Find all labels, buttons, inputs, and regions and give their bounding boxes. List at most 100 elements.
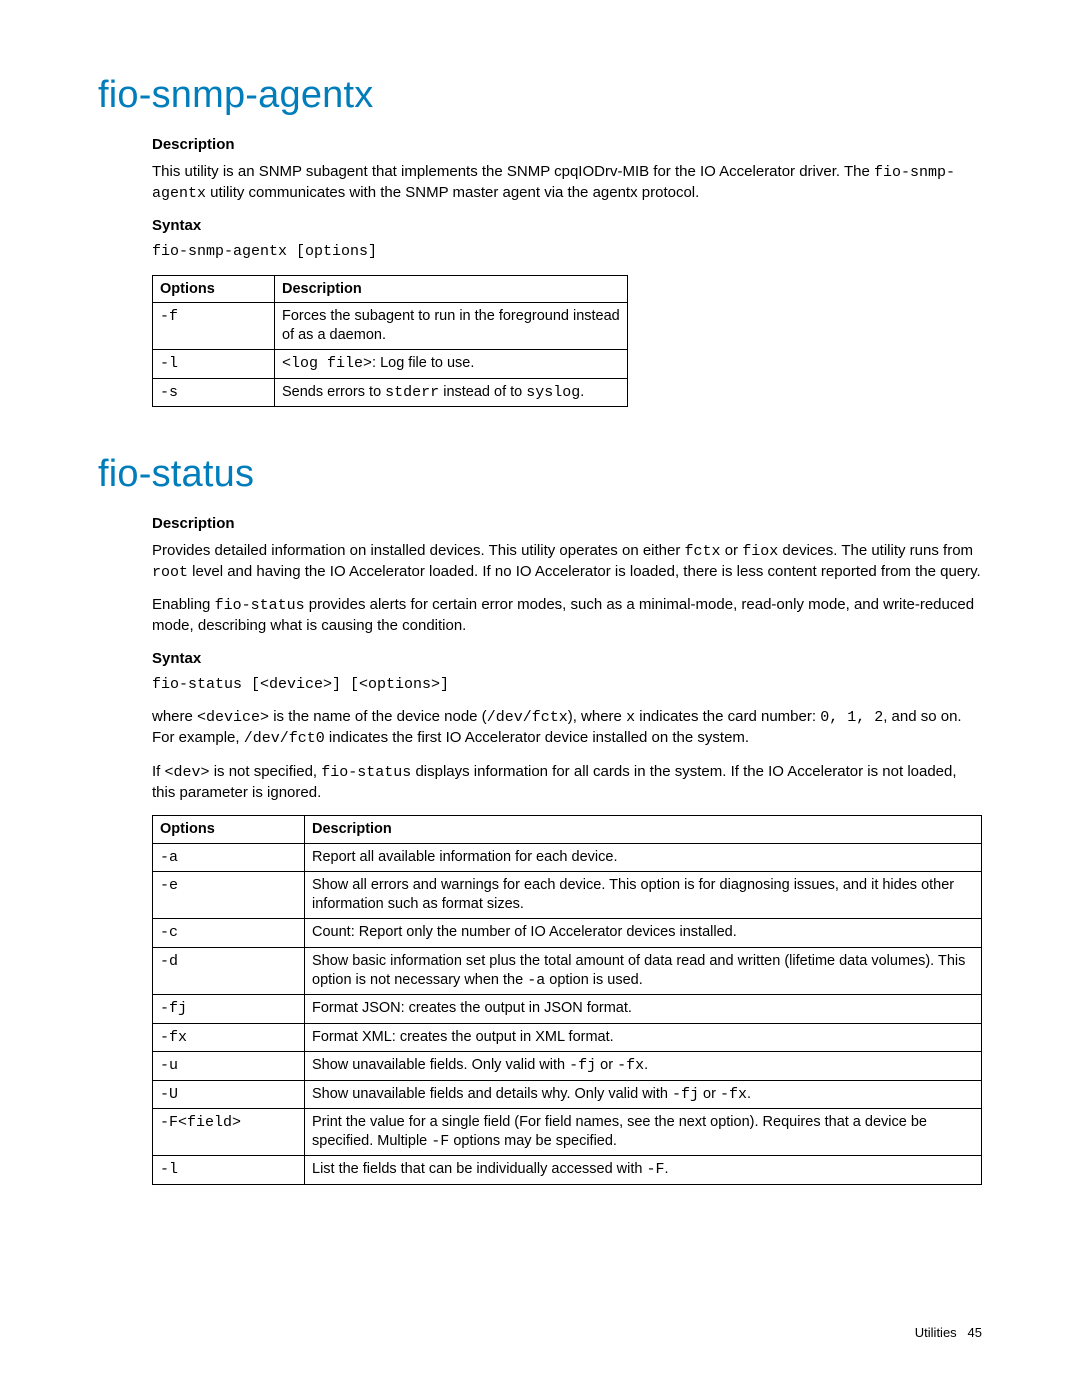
option-cell: -fj (153, 995, 305, 1024)
section1-syntax-code: fio-snmp-agentx [options] (152, 242, 982, 262)
code-fragment: stderr (385, 384, 439, 401)
text-fragment: : Log file to use. (372, 355, 474, 371)
code-fragment: <log file> (282, 355, 372, 372)
page: fio-snmp-agentx Description This utility… (0, 0, 1080, 1397)
table-header-row: Options Description (153, 816, 982, 844)
text-fragment: options may be specified. (449, 1133, 617, 1149)
text-fragment: option is used. (545, 972, 643, 988)
text-fragment: . (747, 1086, 751, 1102)
option-cell: -l (153, 350, 275, 379)
code-fragment: -F (647, 1161, 665, 1178)
text-fragment: . (580, 384, 584, 400)
col-header-options: Options (153, 275, 275, 303)
text-fragment: utility communicates with the SNMP maste… (206, 184, 699, 201)
code-fragment: 0, 1, 2 (820, 709, 883, 726)
code-fragment: /dev/fct0 (244, 730, 325, 747)
section1-options-table: Options Description -f Forces the subage… (152, 275, 628, 408)
text-fragment: is not specified, (210, 763, 322, 780)
table-row: -l <log file>: Log file to use. (153, 350, 628, 379)
code-fragment: fio-status (215, 597, 305, 614)
text-fragment: . (644, 1057, 648, 1073)
code-fragment: x (626, 709, 635, 726)
description-cell: Show unavailable fields and details why.… (305, 1080, 982, 1109)
footer-section-label: Utilities (915, 1325, 957, 1340)
table-row: -d Show basic information set plus the t… (153, 947, 982, 994)
text-fragment: or (721, 542, 743, 559)
table-row: -l List the fields that can be individua… (153, 1156, 982, 1185)
code-fragment: <dev> (165, 764, 210, 781)
section2-where-p1: where <device> is the name of the device… (152, 707, 982, 750)
text-fragment: Show unavailable fields and details why.… (312, 1086, 672, 1102)
code-fragment: fio-status (321, 764, 411, 781)
text-fragment: Sends errors to (282, 384, 385, 400)
code-fragment: /dev/fctx (487, 709, 568, 726)
option-cell: -s (153, 378, 275, 407)
description-cell: <log file>: Log file to use. (275, 350, 628, 379)
option-cell: -a (153, 843, 305, 872)
code-fragment: fiox (742, 543, 778, 560)
col-header-options: Options (153, 816, 305, 844)
text-fragment: Show unavailable fields. Only valid with (312, 1057, 569, 1073)
section2-where-p2: If <dev> is not specified, fio-status di… (152, 762, 982, 804)
content-area: fio-snmp-agentx Description This utility… (98, 70, 982, 1185)
option-cell: -l (153, 1156, 305, 1185)
option-cell: -fx (153, 1023, 305, 1052)
table-row: -fx Format XML: creates the output in XM… (153, 1023, 982, 1052)
text-fragment: where (152, 708, 197, 725)
code-fragment: -fx (720, 1086, 747, 1103)
description-cell: Format JSON: creates the output in JSON … (305, 995, 982, 1024)
code-fragment: -F (431, 1133, 449, 1150)
col-header-description: Description (305, 816, 982, 844)
section1-desc-heading: Description (152, 135, 982, 155)
code-fragment: syslog (526, 384, 580, 401)
text-fragment: is the name of the device node ( (269, 708, 487, 725)
description-cell: Print the value for a single field (For … (305, 1109, 982, 1156)
code-fragment: fctx (685, 543, 721, 560)
description-cell: Format XML: creates the output in XML fo… (305, 1023, 982, 1052)
text-fragment: If (152, 763, 165, 780)
option-cell: -c (153, 919, 305, 948)
section2-desc-heading: Description (152, 514, 982, 534)
option-cell: -U (153, 1080, 305, 1109)
text-fragment: This utility is an SNMP subagent that im… (152, 163, 874, 180)
code-fragment: -fj (672, 1086, 699, 1103)
text-fragment: Enabling (152, 596, 215, 613)
section2-syntax-code: fio-status [<device>] [<options>] (152, 675, 982, 695)
table-row: -U Show unavailable fields and details w… (153, 1080, 982, 1109)
table-row: -f Forces the subagent to run in the for… (153, 303, 628, 350)
text-fragment: instead of to (439, 384, 526, 400)
description-cell: Forces the subagent to run in the foregr… (275, 303, 628, 350)
text-fragment: level and having the IO Accelerator load… (188, 563, 981, 580)
code-fragment: -fj (569, 1057, 596, 1074)
description-cell: Show all errors and warnings for each de… (305, 872, 982, 919)
option-cell: -F<field> (153, 1109, 305, 1156)
table-row: -s Sends errors to stderr instead of to … (153, 378, 628, 407)
col-header-description: Description (275, 275, 628, 303)
code-fragment: -fx (617, 1057, 644, 1074)
text-fragment: devices. The utility runs from (778, 542, 973, 559)
footer-page-number: 45 (968, 1325, 982, 1340)
text-fragment: Provides detailed information on install… (152, 542, 685, 559)
option-cell: -u (153, 1052, 305, 1081)
section2-desc-p1: Provides detailed information on install… (152, 541, 982, 584)
text-fragment: indicates the card number: (635, 708, 820, 725)
table-header-row: Options Description (153, 275, 628, 303)
description-cell: Count: Report only the number of IO Acce… (305, 919, 982, 948)
table-row: -a Report all available information for … (153, 843, 982, 872)
description-cell: Report all available information for eac… (305, 843, 982, 872)
table-row: -fj Format JSON: creates the output in J… (153, 995, 982, 1024)
description-cell: Show unavailable fields. Only valid with… (305, 1052, 982, 1081)
description-cell: List the fields that can be individually… (305, 1156, 982, 1185)
text-fragment: List the fields that can be individually… (312, 1161, 647, 1177)
section2-options-table: Options Description -a Report all availa… (152, 815, 982, 1185)
section1-desc-paragraph: This utility is an SNMP subagent that im… (152, 162, 982, 205)
option-cell: -e (153, 872, 305, 919)
code-fragment: root (152, 564, 188, 581)
page-footer: Utilities 45 (915, 1324, 982, 1342)
code-fragment: <device> (197, 709, 269, 726)
section2-desc-p2: Enabling fio-status provides alerts for … (152, 595, 982, 637)
text-fragment: . (665, 1161, 669, 1177)
text-fragment: or (699, 1086, 720, 1102)
section1-syntax-heading: Syntax (152, 216, 982, 236)
table-row: -e Show all errors and warnings for each… (153, 872, 982, 919)
